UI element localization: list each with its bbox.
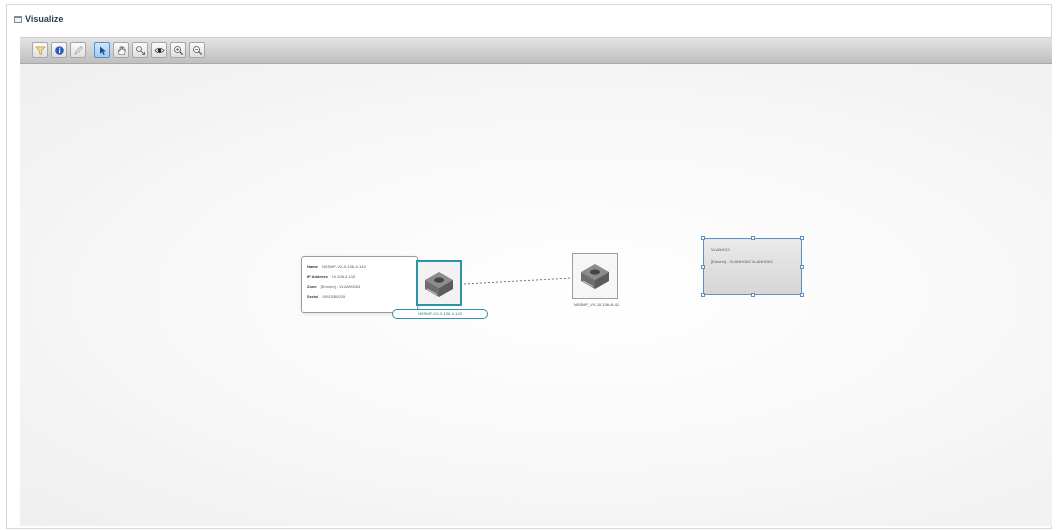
- vlan-description: [Emorm] - VLANHG63 VLANHG63: [711, 259, 773, 264]
- tooltip-value: 1951SB0025: [321, 293, 346, 299]
- resize-handle-top-left[interactable]: [701, 236, 705, 240]
- window-icon: [14, 15, 22, 23]
- filter-icon: [34, 46, 46, 55]
- resize-handle-right[interactable]: [800, 265, 804, 269]
- panel-header: Visualize: [14, 12, 63, 26]
- node-tooltip: Name NSSMF-VX-0-106-4-143 IP Address 10.…: [301, 256, 418, 313]
- view-button[interactable]: [151, 42, 167, 58]
- tooltip-key: IP Address: [307, 273, 328, 279]
- tooltip-value: NSSMF-VX-0-106-4-143: [321, 263, 366, 269]
- info-button[interactable]: [51, 42, 67, 58]
- info-icon: [54, 45, 64, 55]
- select-node-icon: [135, 45, 145, 55]
- tooltip-key: Serial: [307, 293, 318, 299]
- resize-handle-bottom[interactable]: [751, 293, 755, 297]
- node-label-selected[interactable]: NSSMF-VX-0-106-4-143: [392, 309, 488, 319]
- panel-title: Visualize: [25, 14, 64, 24]
- toolbar: [20, 37, 1052, 64]
- resize-handle-bottom-left[interactable]: [701, 293, 705, 297]
- tooltip-row-zone: Zone [Emorm] - VLANHG63: [307, 281, 412, 291]
- device-node[interactable]: [572, 253, 618, 299]
- pointer-tool-button[interactable]: [94, 42, 110, 58]
- view-icon: [153, 47, 165, 53]
- zoom-in-icon: [173, 45, 183, 55]
- vlan-title: VLANHG2: [711, 247, 730, 252]
- pointer-icon: [99, 46, 106, 55]
- filter-button[interactable]: [32, 42, 48, 58]
- hand-pan-icon: [117, 45, 126, 55]
- network-device-icon: [418, 262, 460, 304]
- tooltip-value: [Emorm] - VLANHG63: [320, 283, 361, 289]
- tooltip-value: 10.106.4.143: [331, 273, 356, 279]
- edit-icon: [73, 45, 83, 55]
- zoom-in-button[interactable]: [170, 42, 186, 58]
- topology-canvas[interactable]: [20, 64, 1052, 526]
- node-label: NSSMF_VX-10.106.4L41: [573, 302, 620, 307]
- select-node-button[interactable]: [132, 42, 148, 58]
- device-node-selected[interactable]: [416, 260, 462, 306]
- zoom-out-icon: [192, 45, 202, 55]
- pan-tool-button[interactable]: [113, 42, 129, 58]
- vlan-group-box[interactable]: VLANHG2 [Emorm] - VLANHG63 VLANHG63: [703, 238, 802, 295]
- tooltip-row-serial: Serial 1951SB0025: [307, 291, 412, 301]
- network-device-icon: [573, 254, 617, 298]
- resize-handle-left[interactable]: [701, 265, 705, 269]
- tooltip-row-ip: IP Address 10.106.4.143: [307, 271, 412, 281]
- zoom-out-button[interactable]: [189, 42, 205, 58]
- tooltip-key: Name: [307, 263, 318, 269]
- resize-handle-bottom-right[interactable]: [800, 293, 804, 297]
- resize-handle-top[interactable]: [751, 236, 755, 240]
- edit-button[interactable]: [70, 42, 86, 58]
- tooltip-key: Zone: [307, 283, 317, 289]
- tooltip-row-name: Name NSSMF-VX-0-106-4-143: [307, 261, 412, 271]
- resize-handle-top-right[interactable]: [800, 236, 804, 240]
